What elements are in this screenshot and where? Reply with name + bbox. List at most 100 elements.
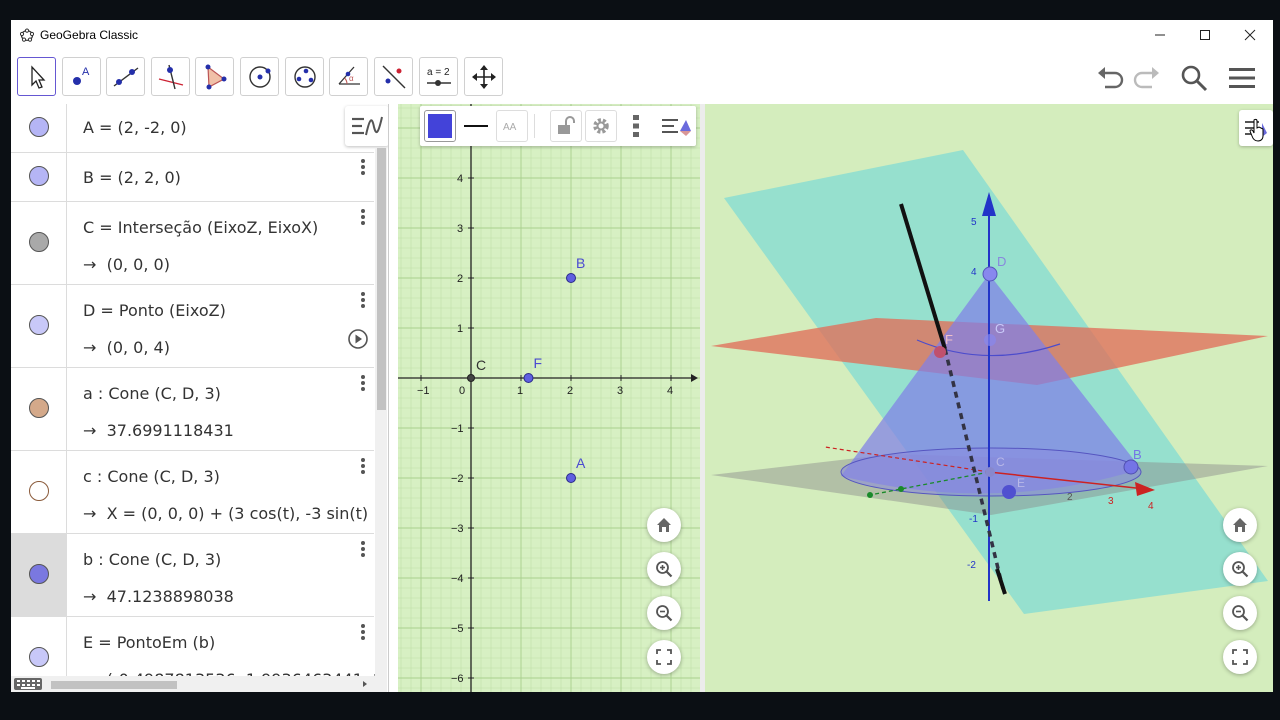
line-style-button[interactable] xyxy=(460,110,492,142)
search-button[interactable] xyxy=(1178,62,1210,94)
row-value: → 47.1238898038 xyxy=(83,587,234,606)
visibility-toggle[interactable] xyxy=(29,398,49,418)
zoom-in-button-2d[interactable] xyxy=(647,552,681,586)
toolbar: A α a = 2 xyxy=(11,50,1273,104)
point-C[interactable] xyxy=(467,374,475,382)
style-bar-divider xyxy=(534,114,535,138)
more-options-button[interactable] xyxy=(620,110,652,142)
circle-tool-button[interactable] xyxy=(240,57,279,96)
move-tool-button[interactable] xyxy=(17,57,56,96)
slider-tool-button[interactable]: a = 2 xyxy=(419,57,458,96)
zoom-in-button-3d[interactable] xyxy=(1223,552,1257,586)
row-value: → (0, 0, 4) xyxy=(83,338,170,357)
point-B[interactable] xyxy=(1123,459,1139,475)
row-definition: a : Cone (C, D, 3) xyxy=(83,384,221,403)
point-C[interactable] xyxy=(985,467,995,477)
fullscreen-icon xyxy=(656,649,672,665)
lock-button[interactable] xyxy=(550,110,582,142)
scroll-thumb[interactable] xyxy=(51,681,177,689)
algebra-row[interactable]: a : Cone (C, D, 3) → 37.6991118431 xyxy=(11,368,374,451)
x-tick-label: 3 xyxy=(1108,496,1114,507)
line-tool-button[interactable] xyxy=(106,57,145,96)
x-tick-label: 0 xyxy=(459,385,465,397)
angle-tool-button[interactable]: α xyxy=(329,57,368,96)
more-options-icon[interactable] xyxy=(360,374,366,392)
algebra-row[interactable]: b : Cone (C, D, 3) → 47.1238898038 xyxy=(11,534,374,617)
text-size-button[interactable]: AA xyxy=(496,110,528,142)
zoom-out-button-2d[interactable] xyxy=(647,596,681,630)
more-options-icon[interactable] xyxy=(360,457,366,475)
minimize-button[interactable] xyxy=(1137,20,1183,50)
visibility-toggle[interactable] xyxy=(29,166,49,186)
visibility-toggle[interactable] xyxy=(29,647,49,667)
fullscreen-button-3d[interactable] xyxy=(1223,640,1257,674)
point-tool-button[interactable]: A xyxy=(62,57,101,96)
home-button-2d[interactable] xyxy=(647,508,681,542)
graphics-2d-menu-button[interactable] xyxy=(660,110,692,142)
mouse-cursor-icon xyxy=(1249,118,1264,142)
point-E[interactable] xyxy=(1002,485,1016,499)
maximize-button[interactable] xyxy=(1182,20,1228,50)
z-tick-label: 4 xyxy=(971,267,977,278)
z-tick-label: 5 xyxy=(971,217,977,228)
point-F[interactable] xyxy=(523,373,534,383)
polygon-tool-button[interactable] xyxy=(195,57,234,96)
label-E: E xyxy=(1017,476,1025,490)
graphics-view-3d[interactable]: D G F B C E 5 4 -1 -2 2 3 4 xyxy=(705,104,1273,692)
redo-button[interactable] xyxy=(1131,62,1163,94)
color-button[interactable] xyxy=(424,110,456,142)
visibility-toggle[interactable] xyxy=(29,232,49,252)
algebra-row[interactable]: A = (2, -2, 0) xyxy=(11,104,374,153)
horizontal-scrollbar[interactable] xyxy=(11,676,375,692)
more-options-icon[interactable] xyxy=(360,623,366,641)
more-options-icon[interactable] xyxy=(360,208,366,226)
algebra-row[interactable]: c : Cone (C, D, 3) → X = (0, 0, 0) + (3 … xyxy=(11,451,374,534)
more-options-icon[interactable] xyxy=(360,540,366,558)
line-style-icon xyxy=(464,125,488,127)
point-A[interactable] xyxy=(566,473,576,483)
visibility-toggle[interactable] xyxy=(29,315,49,335)
more-options-icon[interactable] xyxy=(360,291,366,309)
point-D[interactable] xyxy=(982,266,998,282)
keyboard-icon[interactable] xyxy=(13,677,43,691)
zoom-out-button-3d[interactable] xyxy=(1223,596,1257,630)
algebra-row[interactable]: C = Interseção (EixoZ, EixoX) → (0, 0, 0… xyxy=(11,202,374,285)
row-value: → (0, 0, 0) xyxy=(83,255,170,274)
play-animation-icon[interactable] xyxy=(347,328,369,350)
perpendicular-line-tool-button[interactable] xyxy=(151,57,190,96)
y-tick-label: −4 xyxy=(451,573,464,585)
move-graphics-view-button[interactable] xyxy=(464,57,503,96)
fullscreen-button-2d[interactable] xyxy=(647,640,681,674)
vertical-scrollbar[interactable] xyxy=(375,148,387,692)
point-B[interactable] xyxy=(566,273,576,283)
geogebra-logo-icon xyxy=(20,28,34,42)
point-F[interactable] xyxy=(934,346,946,358)
graphics-3d-canvas[interactable]: D G F B C E 5 4 -1 -2 2 3 4 xyxy=(705,104,1273,692)
more-options-icon[interactable] xyxy=(360,158,366,176)
row-definition: D = Ponto (EixoZ) xyxy=(83,301,226,320)
algebra-row[interactable]: B = (2, 2, 0) xyxy=(11,153,374,202)
visibility-toggle[interactable] xyxy=(29,117,49,137)
conic-tool-button[interactable] xyxy=(285,57,324,96)
home-button-3d[interactable] xyxy=(1223,508,1257,542)
row-definition: b : Cone (C, D, 3) xyxy=(83,550,222,569)
home-icon xyxy=(1233,518,1247,532)
circle-icon xyxy=(248,65,271,88)
algebra-view-menu-button[interactable] xyxy=(345,106,388,146)
algebra-row[interactable]: D = Ponto (EixoZ) → (0, 0, 4) xyxy=(11,285,374,368)
scroll-thumb[interactable] xyxy=(377,148,386,410)
fullscreen-icon xyxy=(1232,649,1248,665)
settings-button[interactable] xyxy=(585,110,617,142)
label-D: D xyxy=(997,254,1006,269)
main-menu-button[interactable] xyxy=(1226,62,1258,94)
undo-button[interactable] xyxy=(1094,62,1126,94)
close-button[interactable] xyxy=(1227,20,1273,50)
scroll-right-icon[interactable] xyxy=(361,680,369,688)
visibility-toggle[interactable] xyxy=(29,481,49,501)
zoom-in-icon xyxy=(656,561,673,578)
perpendicular-line-icon xyxy=(158,64,183,89)
window-title: GeoGebra Classic xyxy=(40,28,139,42)
visibility-toggle[interactable] xyxy=(29,564,49,584)
minimize-icon xyxy=(1155,34,1165,36)
reflect-tool-button[interactable] xyxy=(374,57,413,96)
